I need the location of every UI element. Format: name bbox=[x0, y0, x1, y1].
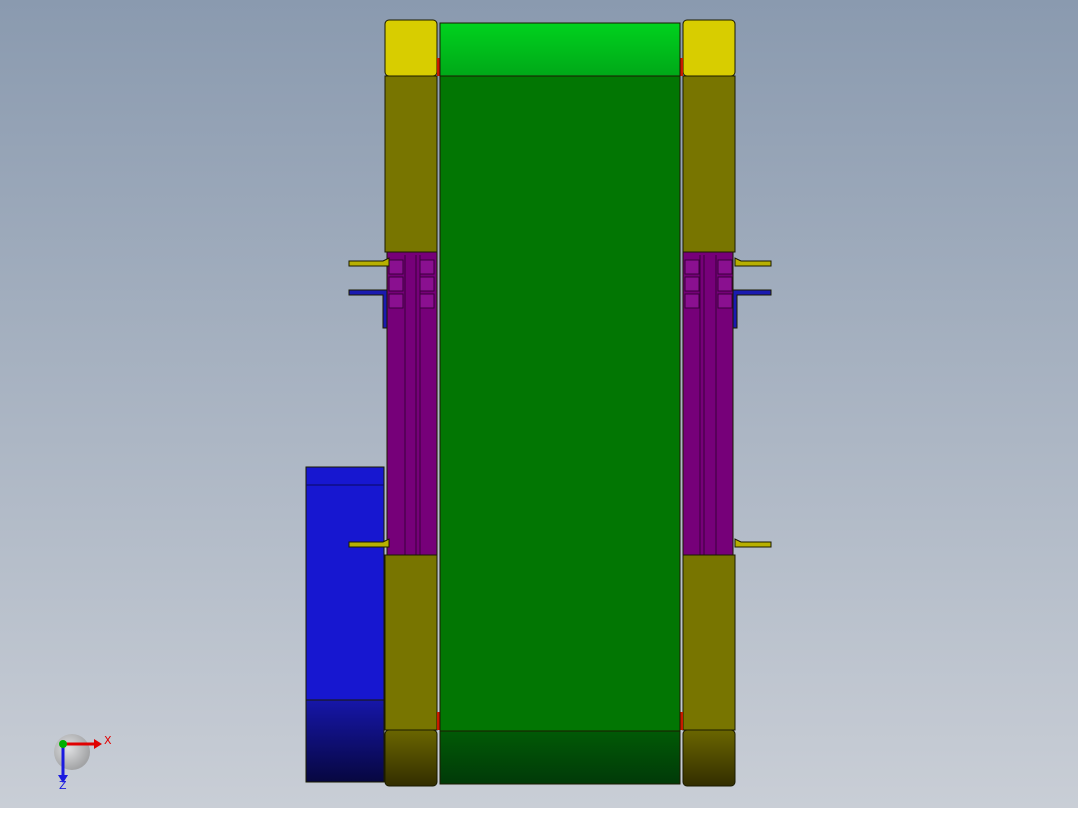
motor-housing[interactable] bbox=[305, 466, 385, 783]
belt-top-roller bbox=[439, 22, 681, 77]
right-rail-slot bbox=[684, 259, 700, 275]
belt-surface bbox=[439, 75, 681, 732]
left-rail-slot bbox=[388, 293, 404, 309]
right-rail-slot bbox=[684, 293, 700, 309]
left-rail-slot bbox=[419, 293, 435, 309]
motor-shadow bbox=[305, 699, 385, 783]
left-rail-slot bbox=[419, 276, 435, 292]
conveyor-belt[interactable] bbox=[439, 22, 681, 785]
left-side-plate-upper bbox=[384, 75, 438, 253]
left-rail-slot bbox=[388, 259, 404, 275]
right-side-plate-lower bbox=[682, 554, 736, 731]
triad-y-axis-dot bbox=[59, 740, 67, 748]
right-rail-slot bbox=[684, 276, 700, 292]
left-rail-slot bbox=[388, 276, 404, 292]
right-rail-slot bbox=[717, 293, 733, 309]
triad-x-label: X bbox=[104, 734, 112, 747]
right-side-plate-upper bbox=[682, 75, 736, 253]
left-end-cap-bottom bbox=[384, 729, 438, 787]
right-end-cap-top bbox=[682, 19, 736, 77]
right-rail-slot bbox=[717, 276, 733, 292]
left-side-frame[interactable] bbox=[384, 19, 440, 787]
left-rail-slot bbox=[419, 259, 435, 275]
right-side-frame[interactable] bbox=[680, 19, 736, 787]
left-end-cap-top bbox=[384, 19, 438, 77]
triad-origin-sphere bbox=[54, 734, 90, 770]
right-rail-slot bbox=[717, 259, 733, 275]
motor-body bbox=[305, 466, 385, 702]
cad-graphics-viewport[interactable]: X Z bbox=[0, 0, 1078, 808]
belt-bottom-roller bbox=[439, 730, 681, 785]
triad-z-label: Z bbox=[59, 779, 67, 792]
viewport-canvas[interactable]: X Z bbox=[0, 0, 1078, 808]
right-end-cap-bottom bbox=[682, 729, 736, 787]
left-side-plate-lower bbox=[384, 554, 438, 731]
